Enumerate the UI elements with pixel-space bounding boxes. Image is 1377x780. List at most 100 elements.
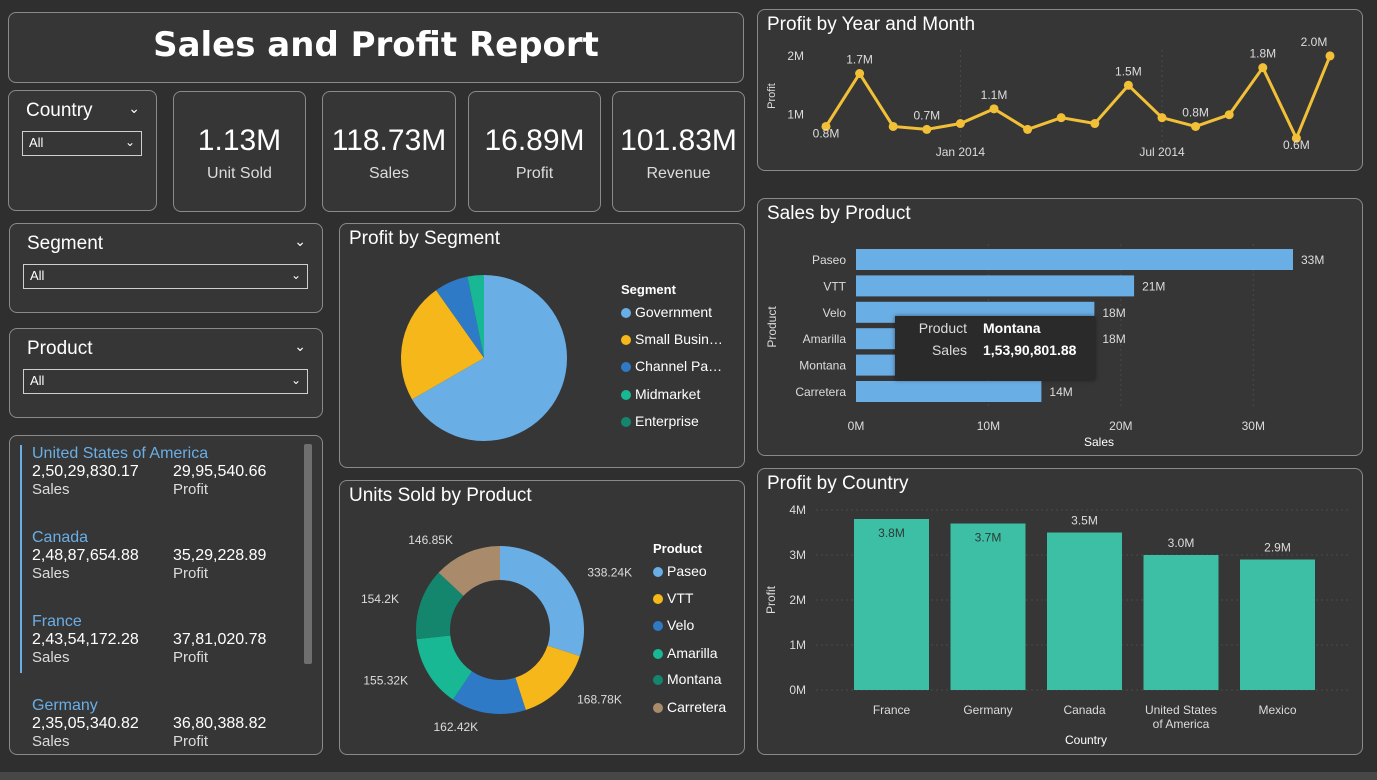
segment-slicer[interactable]: Segment ⌄ All ⌄ <box>9 223 323 313</box>
chevron-down-icon: ⌄ <box>290 268 301 282</box>
legend-item[interactable]: Midmarket <box>621 386 700 402</box>
chevron-down-icon[interactable]: ⌄ <box>128 100 140 117</box>
bar <box>854 519 929 690</box>
data-label: 0.6M <box>1283 138 1310 152</box>
legend-dot <box>621 308 631 318</box>
data-label: 2.9M <box>1264 541 1291 555</box>
product-dropdown-value: All <box>30 373 45 388</box>
profit-value: 29,95,540.66 <box>173 463 267 480</box>
data-label: 168.78K <box>577 692 622 706</box>
chevron-down-icon[interactable]: ⌄ <box>294 233 306 250</box>
segment-dropdown[interactable]: All ⌄ <box>23 264 308 289</box>
scrollbar[interactable] <box>304 444 312 664</box>
profit-label: Profit <box>173 733 209 750</box>
sales-value: 2,50,29,830.17 <box>32 463 139 480</box>
category-label: France <box>873 703 911 717</box>
profit-value: 35,29,228.89 <box>173 547 267 564</box>
data-label: 338.24K <box>587 566 632 580</box>
data-point <box>1056 113 1066 123</box>
data-label: 155.32K <box>363 674 408 688</box>
legend-item[interactable]: Small Busin… <box>621 331 723 347</box>
product-dropdown[interactable]: All ⌄ <box>23 369 308 394</box>
list-item[interactable]: United States of America 2,50,29,830.17 2… <box>32 445 292 499</box>
data-label: 1.1M <box>981 88 1008 102</box>
legend-title: Product <box>653 541 703 556</box>
kpi-label: Revenue <box>646 165 711 182</box>
data-point <box>1090 119 1100 129</box>
list-accent <box>20 445 22 673</box>
kpi-value: 101.83M <box>620 124 737 157</box>
tooltip-value: 1,53,90,801.88 <box>983 342 1077 358</box>
segment-dropdown-value: All <box>30 268 45 283</box>
bar <box>1240 559 1315 690</box>
legend-item[interactable]: Government <box>621 304 712 320</box>
profit-label: Profit <box>173 565 209 582</box>
country-slicer[interactable]: Country ⌄ All ⌄ <box>8 90 157 211</box>
list-item[interactable]: Germany 2,35,05,340.82 36,80,388.82 Sales… <box>32 697 292 751</box>
data-point <box>888 121 898 131</box>
profit-by-country-card: Profit by Country 4M 3M 2M 1M 0M 3.8M France 3.… <box>757 468 1363 755</box>
sales-value: 2,43,54,172.28 <box>32 631 139 648</box>
donut-slice <box>515 645 580 710</box>
legend-label: Enterprise <box>635 413 699 429</box>
profit-value: 37,81,020.78 <box>173 631 267 648</box>
country-bar-chart[interactable]: 4M 3M 2M 1M 0M 3.8M France 3.7M Germany 3.5M Canad… <box>758 469 1362 754</box>
data-point <box>1123 80 1133 90</box>
category-label: Germany <box>963 703 1012 717</box>
legend-item[interactable]: Carretera <box>653 699 726 715</box>
y-axis-label: Product <box>765 306 779 348</box>
legend-item[interactable]: Channel Pa… <box>621 358 722 374</box>
legend-item[interactable]: Enterprise <box>621 413 699 429</box>
kpi-label: Unit Sold <box>207 165 272 182</box>
sales-label: Sales <box>32 649 70 666</box>
chevron-down-icon[interactable]: ⌄ <box>294 338 306 355</box>
country-list-card[interactable]: United States of America 2,50,29,830.17 2… <box>9 435 323 755</box>
list-item[interactable]: France 2,43,54,172.28 37,81,020.78 Sales P… <box>32 613 292 667</box>
data-label: 146.85K <box>408 533 453 547</box>
chevron-down-icon: ⌄ <box>290 373 301 387</box>
chart-tooltip: Product Montana Sales 1,53,90,801.88 <box>895 316 1095 380</box>
profit-by-month-card: Profit by Year and Month 2M 1M Jan 2014 Jul… <box>757 9 1363 171</box>
country-dropdown[interactable]: All ⌄ <box>22 131 142 156</box>
category-label: Montana <box>799 359 846 373</box>
legend-item[interactable]: Paseo <box>653 563 707 579</box>
y-tick-label: 4M <box>789 503 806 517</box>
kpi-card-units: 1.13M Unit Sold <box>173 91 306 212</box>
legend-dot <box>621 417 631 427</box>
bar <box>856 381 1042 402</box>
x-axis-label: Sales <box>1084 435 1114 449</box>
kpi-card-profit: 16.89M Profit <box>468 91 601 212</box>
data-label: 154.2K <box>361 592 399 606</box>
bar <box>856 249 1293 270</box>
legend-dot <box>653 649 663 659</box>
data-label: 3.8M <box>878 526 905 540</box>
tooltip-key: Product <box>918 320 967 336</box>
profit-label: Profit <box>173 649 209 666</box>
list-item[interactable]: Canada 2,48,87,654.88 35,29,228.89 Sales P… <box>32 529 292 583</box>
profit-line-chart[interactable]: 2M 1M Jan 2014 Jul 2014 Profit 0.8M 1.7M 0.7M 1.… <box>758 10 1362 170</box>
x-tick-label: Jul 2014 <box>1139 145 1185 159</box>
profit-label: Profit <box>173 481 209 498</box>
product-slicer[interactable]: Product ⌄ All ⌄ <box>9 328 323 418</box>
data-label: 0.8M <box>813 126 840 140</box>
kpi-label: Profit <box>515 165 554 182</box>
series-line <box>824 55 1332 142</box>
legend-item[interactable]: VTT <box>653 590 693 606</box>
legend-item[interactable]: Montana <box>653 671 721 687</box>
data-label: 0.8M <box>1182 105 1209 119</box>
y-tick-label: 2M <box>789 593 806 607</box>
data-label: 18M <box>1102 306 1125 320</box>
kpi-value: 118.73M <box>331 124 447 157</box>
data-label: 33M <box>1301 253 1324 267</box>
data-label: 2.0M <box>1301 35 1328 49</box>
data-point <box>1191 121 1201 131</box>
kpi-card-sales: 118.73M Sales <box>322 91 456 212</box>
legend-item[interactable]: Amarilla <box>653 645 718 661</box>
legend-dot <box>653 675 663 685</box>
legend-item[interactable]: Velo <box>653 617 694 633</box>
data-label: 3.5M <box>1071 514 1098 528</box>
sales-label: Sales <box>32 733 70 750</box>
bar <box>1047 532 1122 690</box>
legend-dot <box>653 594 663 604</box>
bottom-scroll-bar <box>0 772 1377 780</box>
